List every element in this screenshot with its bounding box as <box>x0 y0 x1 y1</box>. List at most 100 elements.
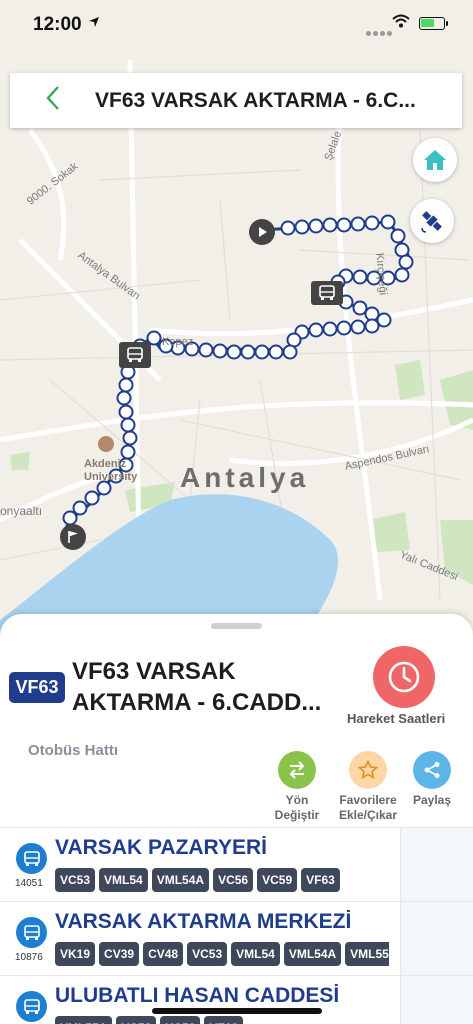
route-stop-marker[interactable] <box>198 342 214 358</box>
route-stop-marker[interactable] <box>390 228 406 244</box>
route-stop-marker[interactable] <box>350 216 366 232</box>
line-chip[interactable]: VML55A <box>55 1016 113 1024</box>
route-stop-marker[interactable] <box>118 404 134 420</box>
home-icon <box>424 150 446 170</box>
route-stop-marker[interactable] <box>268 344 284 360</box>
route-stop-marker[interactable] <box>364 318 380 334</box>
route-stop-marker[interactable] <box>352 300 368 316</box>
schedule-button[interactable] <box>373 646 435 708</box>
line-detail-sheet[interactable]: VF63 VF63 VARSAK AKTARMA - 6.CADD... Har… <box>0 614 473 1024</box>
line-chip[interactable]: VML54A <box>283 942 342 966</box>
location-arrow-icon <box>88 15 100 31</box>
line-title-line1: VF63 VARSAK <box>72 658 236 685</box>
satellite-button[interactable] <box>410 199 454 243</box>
stop-name: ULUBATLI HASAN CADDESİ <box>55 984 340 1007</box>
stop-name: VARSAK AKTARMA MERKEZİ <box>55 910 352 933</box>
route-stop-marker[interactable] <box>84 490 100 506</box>
route-stop-marker[interactable] <box>240 344 256 360</box>
line-chip[interactable]: VC56 <box>213 868 254 892</box>
route-stop-marker[interactable] <box>294 219 310 235</box>
route-stop-marker[interactable] <box>282 344 298 360</box>
route-stop-marker[interactable] <box>212 343 228 359</box>
home-indicator <box>152 1008 322 1014</box>
line-chip[interactable]: VC59 <box>160 1016 201 1024</box>
home-button[interactable] <box>413 138 457 182</box>
stop-row[interactable]: 14051 VARSAK PAZARYERİ VC53 VML54 VML54A VC… <box>0 827 473 902</box>
bus-position-icon[interactable] <box>311 281 343 305</box>
stop-side-panel <box>400 976 473 1024</box>
route-stop-marker[interactable] <box>380 214 396 230</box>
share-button[interactable]: Paylaş <box>408 751 456 808</box>
map-label-university: Akdeniz University <box>84 458 138 483</box>
schedule-label[interactable]: Hareket Saatleri <box>347 711 445 726</box>
route-stop-marker[interactable] <box>336 217 352 233</box>
play-route-icon[interactable] <box>249 219 275 245</box>
route-title-bar: VF63 VARSAK AKTARMA - 6.C... <box>10 73 462 128</box>
route-stop-marker[interactable] <box>72 500 88 516</box>
clock-icon <box>388 661 420 693</box>
line-chip[interactable]: VC59 <box>257 868 298 892</box>
stop-name: VARSAK PAZARYERİ <box>55 836 267 859</box>
line-chip[interactable]: VF63 <box>301 868 340 892</box>
share-label: Paylaş <box>412 793 452 807</box>
route-stop-marker[interactable] <box>350 319 366 335</box>
status-bar: 12:00 <box>0 0 473 48</box>
line-chip[interactable]: VML54 <box>99 868 148 892</box>
route-stop-marker[interactable] <box>398 254 414 270</box>
stop-side-panel <box>400 902 473 976</box>
route-stop-marker[interactable] <box>62 510 78 526</box>
signal-dots-icon <box>366 23 394 41</box>
stop-lines: VML55AVC53VC59VF63 <box>55 1016 389 1024</box>
stop-row[interactable]: 12788 ULUBATLI HASAN CADDESİ VML55AVC53V… <box>0 975 473 1024</box>
line-chip[interactable]: CV48 <box>143 942 184 966</box>
route-stop-marker[interactable] <box>118 377 134 393</box>
line-type-label: Otobüs Hattı <box>28 742 118 759</box>
route-stop-marker[interactable] <box>254 344 270 360</box>
page-title: VF63 VARSAK AKTARMA - 6.C... <box>95 89 416 112</box>
stop-lines: VK19CV39CV48VC53VML54VML54AVML55A <box>55 942 389 966</box>
university-pin-icon <box>98 436 114 452</box>
line-code-badge: VF63 <box>9 672 65 703</box>
line-chip[interactable]: VC53 <box>116 1016 157 1024</box>
route-stop-marker[interactable] <box>280 220 296 236</box>
route-stop-marker[interactable] <box>336 320 352 336</box>
stop-row[interactable]: 10876 VARSAK AKTARMA MERKEZİ VK19 CV39 CV4… <box>0 901 473 976</box>
line-chip[interactable]: VML55A <box>345 942 389 966</box>
route-stop-marker[interactable] <box>120 444 136 460</box>
bus-position-icon[interactable] <box>119 342 151 368</box>
route-stop-marker[interactable] <box>322 217 338 233</box>
status-time: 12:00 <box>33 14 82 35</box>
stop-code: 14051 <box>15 878 43 889</box>
line-chip[interactable]: VML54A <box>151 868 210 892</box>
line-chip[interactable]: VC53 <box>187 942 228 966</box>
line-chip[interactable]: VK19 <box>55 942 96 966</box>
sheet-handle[interactable] <box>211 623 262 629</box>
chevron-left-icon <box>46 86 59 110</box>
route-stop-marker[interactable] <box>122 430 138 446</box>
route-stop-marker[interactable] <box>394 267 410 283</box>
route-stop-marker[interactable] <box>120 417 136 433</box>
star-icon <box>358 760 378 780</box>
route-stop-marker[interactable] <box>322 321 338 337</box>
route-stop-marker[interactable] <box>116 390 132 406</box>
route-stop-marker[interactable] <box>364 215 380 231</box>
swap-icon <box>289 761 305 779</box>
change-direction-button[interactable]: Yön Değiştir <box>268 751 326 823</box>
back-button[interactable] <box>44 85 62 116</box>
route-stop-marker[interactable] <box>376 312 392 328</box>
line-chip[interactable]: VF63 <box>204 1016 244 1024</box>
satellite-icon <box>421 211 442 233</box>
line-chip[interactable]: VML54 <box>231 942 280 966</box>
favorite-button[interactable]: Favorilere Ekle/Çıkar <box>330 751 406 823</box>
route-stop-marker[interactable] <box>352 269 368 285</box>
line-chip[interactable]: CV39 <box>99 942 140 966</box>
line-chip[interactable]: VC53 <box>55 868 96 892</box>
battery-icon <box>419 17 448 30</box>
wifi-icon <box>392 14 410 33</box>
route-stop-marker[interactable] <box>226 344 242 360</box>
route-stop-marker[interactable] <box>308 218 324 234</box>
finish-flag-icon[interactable] <box>60 524 86 550</box>
share-icon <box>424 762 440 778</box>
line-title: VF63 VARSAK AKTARMA - 6.CADD... <box>72 656 352 718</box>
route-stop-marker[interactable] <box>308 322 324 338</box>
